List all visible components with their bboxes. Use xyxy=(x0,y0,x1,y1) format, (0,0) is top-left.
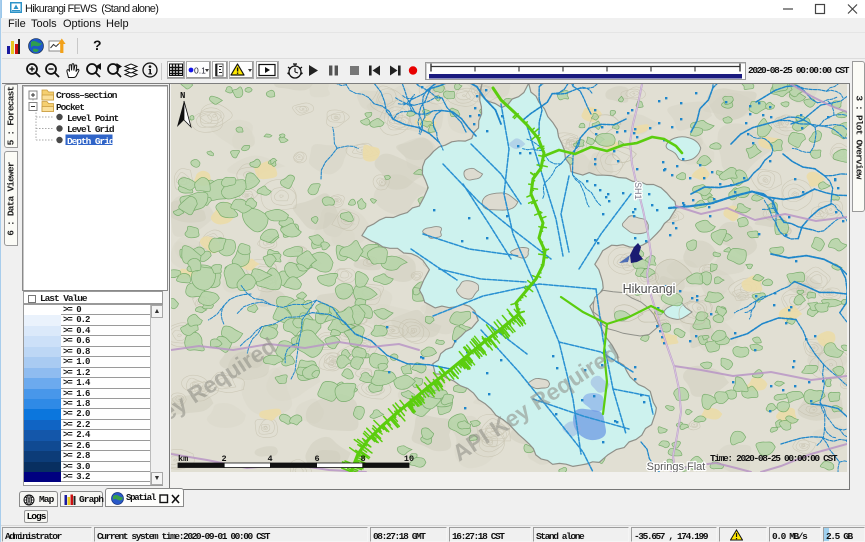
svg-text:N: N xyxy=(180,91,185,101)
svg-text:4: 4 xyxy=(267,454,272,464)
svg-text:2: 2 xyxy=(221,454,226,464)
svg-text:10: 10 xyxy=(404,454,414,464)
svg-text:Hikurangi: Hikurangi xyxy=(623,282,676,296)
svg-text:8: 8 xyxy=(360,454,365,464)
svg-text:SH1: SH1 xyxy=(633,182,643,200)
svg-text:Time: 2020-08-25 00:00:00 CST: Time: 2020-08-25 00:00:00 CST xyxy=(710,453,838,464)
svg-text:Springs Flat: Springs Flat xyxy=(647,461,706,472)
svg-text:0.1: 0.1 xyxy=(194,66,206,76)
svg-text:km: km xyxy=(178,454,188,464)
svg-text:6: 6 xyxy=(314,454,319,464)
